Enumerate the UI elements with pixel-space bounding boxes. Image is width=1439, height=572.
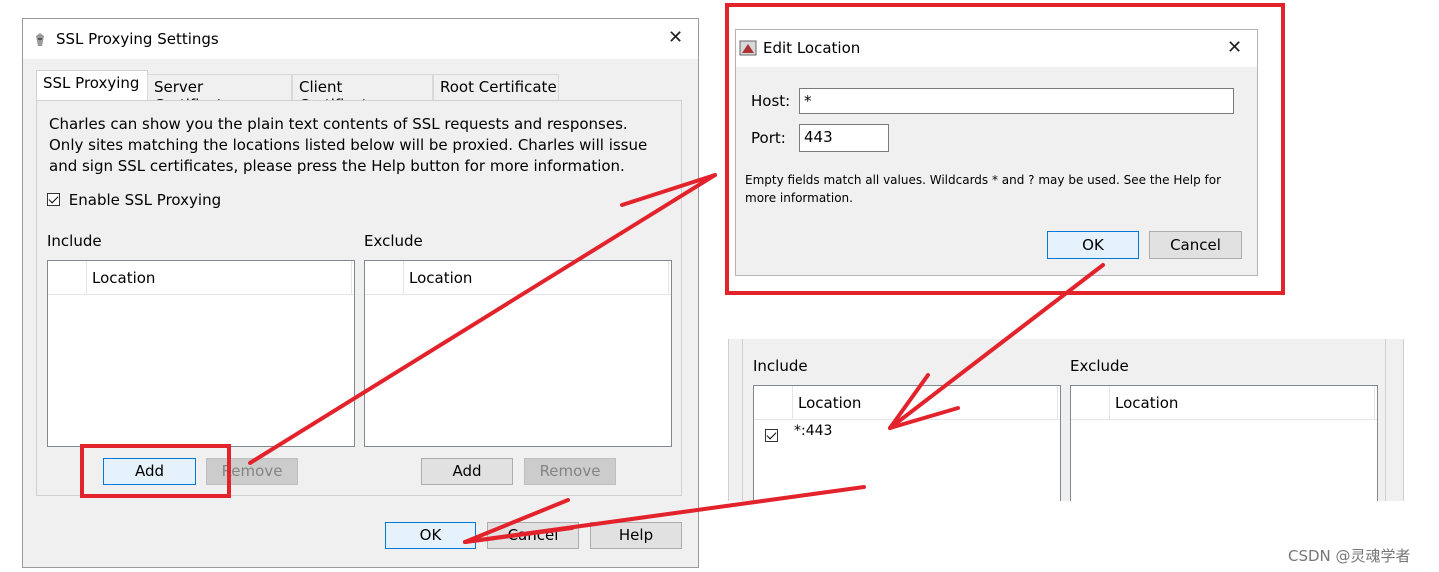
arrow-add-to-edit xyxy=(248,173,717,465)
annotation-arrows xyxy=(248,173,1105,544)
arrow-edit-barb xyxy=(620,173,717,207)
watermark: CSDN @灵魂学者 xyxy=(1288,547,1411,565)
arrow-ok-to-result xyxy=(888,263,1105,430)
